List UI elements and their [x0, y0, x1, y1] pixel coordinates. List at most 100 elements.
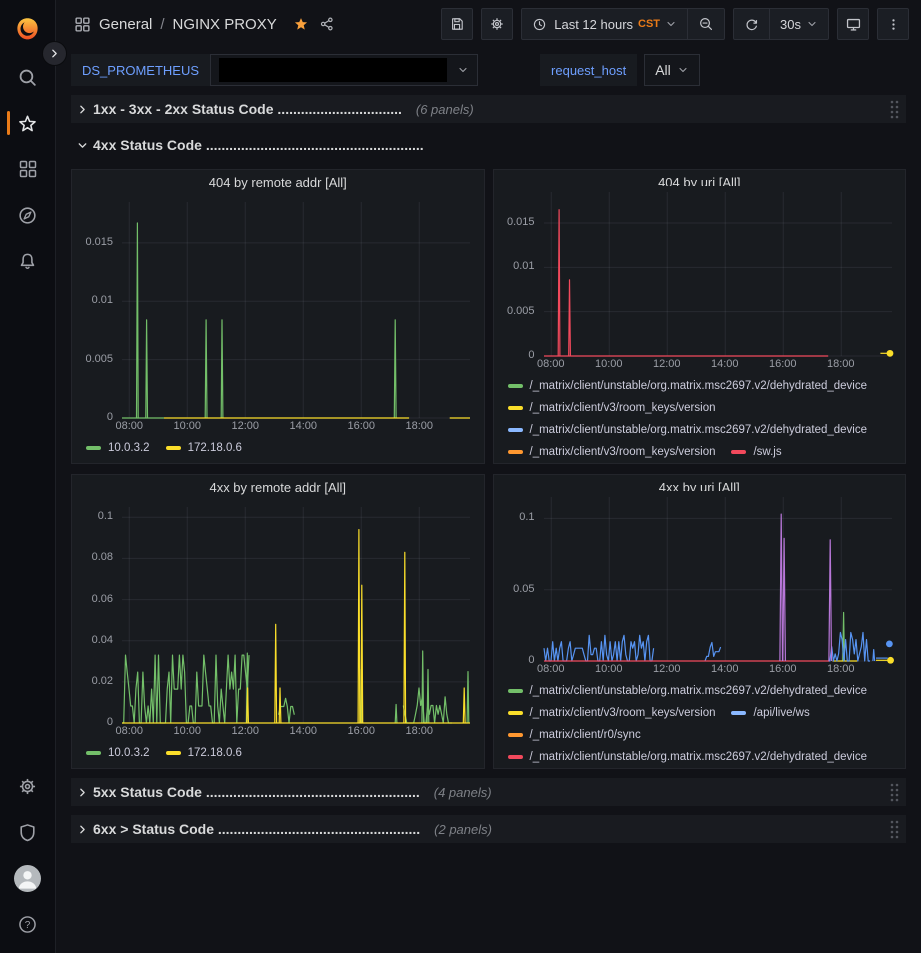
legend-item[interactable]: 172.18.0.6	[166, 437, 242, 459]
x-axis-labels: 08:0010:0012:0014:0016:0018:00	[78, 418, 478, 436]
zoom-out-time-button[interactable]	[687, 9, 724, 39]
legend-item[interactable]: /_matrix/client/unstable/org.matrix.msc2…	[508, 680, 868, 702]
row-drag-handle[interactable]	[888, 818, 900, 840]
refresh-icon	[744, 17, 759, 32]
row-1xx-3xx-2xx[interactable]: 1xx - 3xx - 2xx Status Code ............…	[71, 95, 906, 123]
sidebar: ?	[0, 0, 56, 953]
legend-item[interactable]: /_matrix/client/unstable/org.matrix.msc2…	[508, 375, 868, 397]
panel-title[interactable]: 4xx by remote addr [All]	[78, 475, 478, 501]
x-tick-label: 16:00	[347, 420, 375, 432]
legend-item[interactable]: /api/live/ws	[731, 702, 809, 724]
x-tick-label: 18:00	[827, 358, 855, 370]
legend-label: /_matrix/client/unstable/org.matrix.msc2…	[530, 685, 868, 697]
chart-plot-area[interactable]: 00.0050.010.015	[500, 186, 900, 356]
legend-item[interactable]: /sw.js	[731, 441, 781, 463]
legend-swatch	[86, 446, 101, 450]
row-drag-handle[interactable]	[888, 98, 900, 120]
request-host-select[interactable]: All	[644, 54, 700, 86]
sidebar-item-explore[interactable]	[0, 192, 55, 238]
sidebar-item-help[interactable]: ?	[0, 901, 55, 947]
x-tick-label: 10:00	[595, 663, 623, 675]
share-icon[interactable]	[319, 16, 335, 32]
sidebar-item-configuration[interactable]	[0, 763, 55, 809]
row-drag-handle[interactable]	[888, 781, 900, 803]
row-title: 1xx - 3xx - 2xx Status Code	[93, 101, 274, 117]
y-tick-label: 0.02	[78, 675, 113, 687]
sidebar-item-server-admin[interactable]	[0, 809, 55, 855]
x-axis-labels: 08:0010:0012:0014:0016:0018:00	[500, 356, 900, 374]
sidebar-item-alerting[interactable]	[0, 238, 55, 284]
datasource-select[interactable]	[210, 54, 478, 86]
refresh-button[interactable]	[734, 9, 769, 39]
legend-label: /api/live/ws	[753, 707, 809, 719]
chevron-right-icon	[76, 103, 89, 116]
row-title-dots: ........................................…	[206, 137, 424, 153]
y-tick-label: 0.1	[500, 511, 535, 523]
zoom-out-icon	[698, 16, 714, 32]
chevron-down-icon	[457, 64, 469, 76]
chevron-down-icon	[665, 18, 677, 30]
x-tick-label: 16:00	[769, 663, 797, 675]
legend-swatch	[508, 755, 523, 759]
sidebar-item-profile[interactable]	[0, 855, 55, 901]
legend-item[interactable]: /_matrix/client/v3/room_keys/version	[508, 441, 716, 463]
panel-title[interactable]: 404 by uri [All]	[500, 170, 900, 186]
save-dashboard-button[interactable]	[441, 8, 473, 40]
legend-item[interactable]: 10.0.3.2	[86, 742, 150, 764]
panel-4xx-by-remote-addr: 4xx by remote addr [All] 00.020.040.060.…	[71, 474, 485, 769]
sidebar-item-dashboards[interactable]	[0, 146, 55, 192]
panel-title[interactable]: 4xx by uri [All]	[500, 475, 900, 491]
panel-4xx-by-uri: 4xx by uri [All] 00.050.1 08:0010:0012:0…	[493, 474, 907, 769]
x-tick-label: 12:00	[231, 725, 259, 737]
panel-404-by-remote-addr: 404 by remote addr [All] 00.0050.010.015…	[71, 169, 485, 464]
sidebar-item-starred[interactable]	[0, 100, 55, 146]
time-range-picker[interactable]: Last 12 hours CST	[522, 9, 687, 39]
legend-swatch	[508, 428, 523, 432]
legend-label: /sw.js	[753, 446, 781, 458]
breadcrumb-folder[interactable]: General	[99, 16, 152, 33]
row-6xx[interactable]: 6xx > Status Code ......................…	[71, 815, 906, 843]
panel-legend: /_matrix/client/unstable/org.matrix.msc2…	[500, 374, 900, 463]
legend-swatch	[508, 689, 523, 693]
y-tick-label: 0.015	[500, 216, 535, 228]
chevron-down-icon	[806, 18, 818, 30]
chart-canvas	[122, 507, 470, 725]
row-5xx[interactable]: 5xx Status Code ........................…	[71, 778, 906, 806]
time-picker-group: Last 12 hours CST	[521, 8, 725, 40]
dashboard-settings-button[interactable]	[481, 8, 513, 40]
legend-label: 10.0.3.2	[108, 442, 150, 454]
row-4xx[interactable]: 4xx Status Code ........................…	[71, 131, 906, 159]
apps-grid-icon	[74, 16, 91, 33]
bell-icon	[17, 251, 38, 272]
sidebar-expand-button[interactable]	[42, 41, 67, 66]
gear-icon	[17, 776, 38, 797]
chart-plot-area[interactable]: 00.0050.010.015	[78, 196, 478, 418]
legend-item[interactable]: 10.0.3.2	[86, 437, 150, 459]
legend-item[interactable]: /_matrix/client/unstable/org.matrix.msc2…	[508, 419, 868, 441]
panel-title[interactable]: 404 by remote addr [All]	[78, 170, 478, 196]
x-tick-label: 08:00	[115, 420, 143, 432]
chart-plot-area[interactable]: 00.020.040.060.080.1	[78, 501, 478, 723]
x-tick-label: 14:00	[289, 420, 317, 432]
dashboard-header: General / NGINX PROXY Last	[56, 0, 921, 48]
legend-item[interactable]: /_matrix/client/v3/room_keys/version	[508, 397, 716, 419]
chevron-right-icon	[49, 48, 60, 59]
refresh-interval-picker[interactable]: 30s	[769, 9, 828, 39]
dashboards-grid-icon	[18, 159, 38, 179]
legend-label: /_matrix/client/v3/room_keys/version	[530, 446, 716, 458]
compass-icon	[17, 205, 38, 226]
legend-item[interactable]: /_matrix/client/r0/sync	[508, 724, 641, 746]
time-range-label: Last 12 hours	[554, 17, 633, 32]
legend-item[interactable]: 172.18.0.6	[166, 742, 242, 764]
x-axis-labels: 08:0010:0012:0014:0016:0018:00	[78, 723, 478, 741]
chart-plot-area[interactable]: 00.050.1	[500, 491, 900, 661]
favorite-star-icon[interactable]	[293, 16, 309, 32]
help-icon: ?	[17, 914, 38, 935]
legend-item[interactable]: /_matrix/client/v3/room_keys/version	[508, 702, 716, 724]
avatar	[14, 865, 41, 892]
x-tick-label: 10:00	[595, 358, 623, 370]
tv-mode-button[interactable]	[837, 8, 869, 40]
sidebar-bottom-group: ?	[0, 763, 55, 947]
legend-item[interactable]: /_matrix/client/unstable/org.matrix.msc2…	[508, 746, 868, 768]
kebab-menu-button[interactable]	[877, 8, 909, 40]
